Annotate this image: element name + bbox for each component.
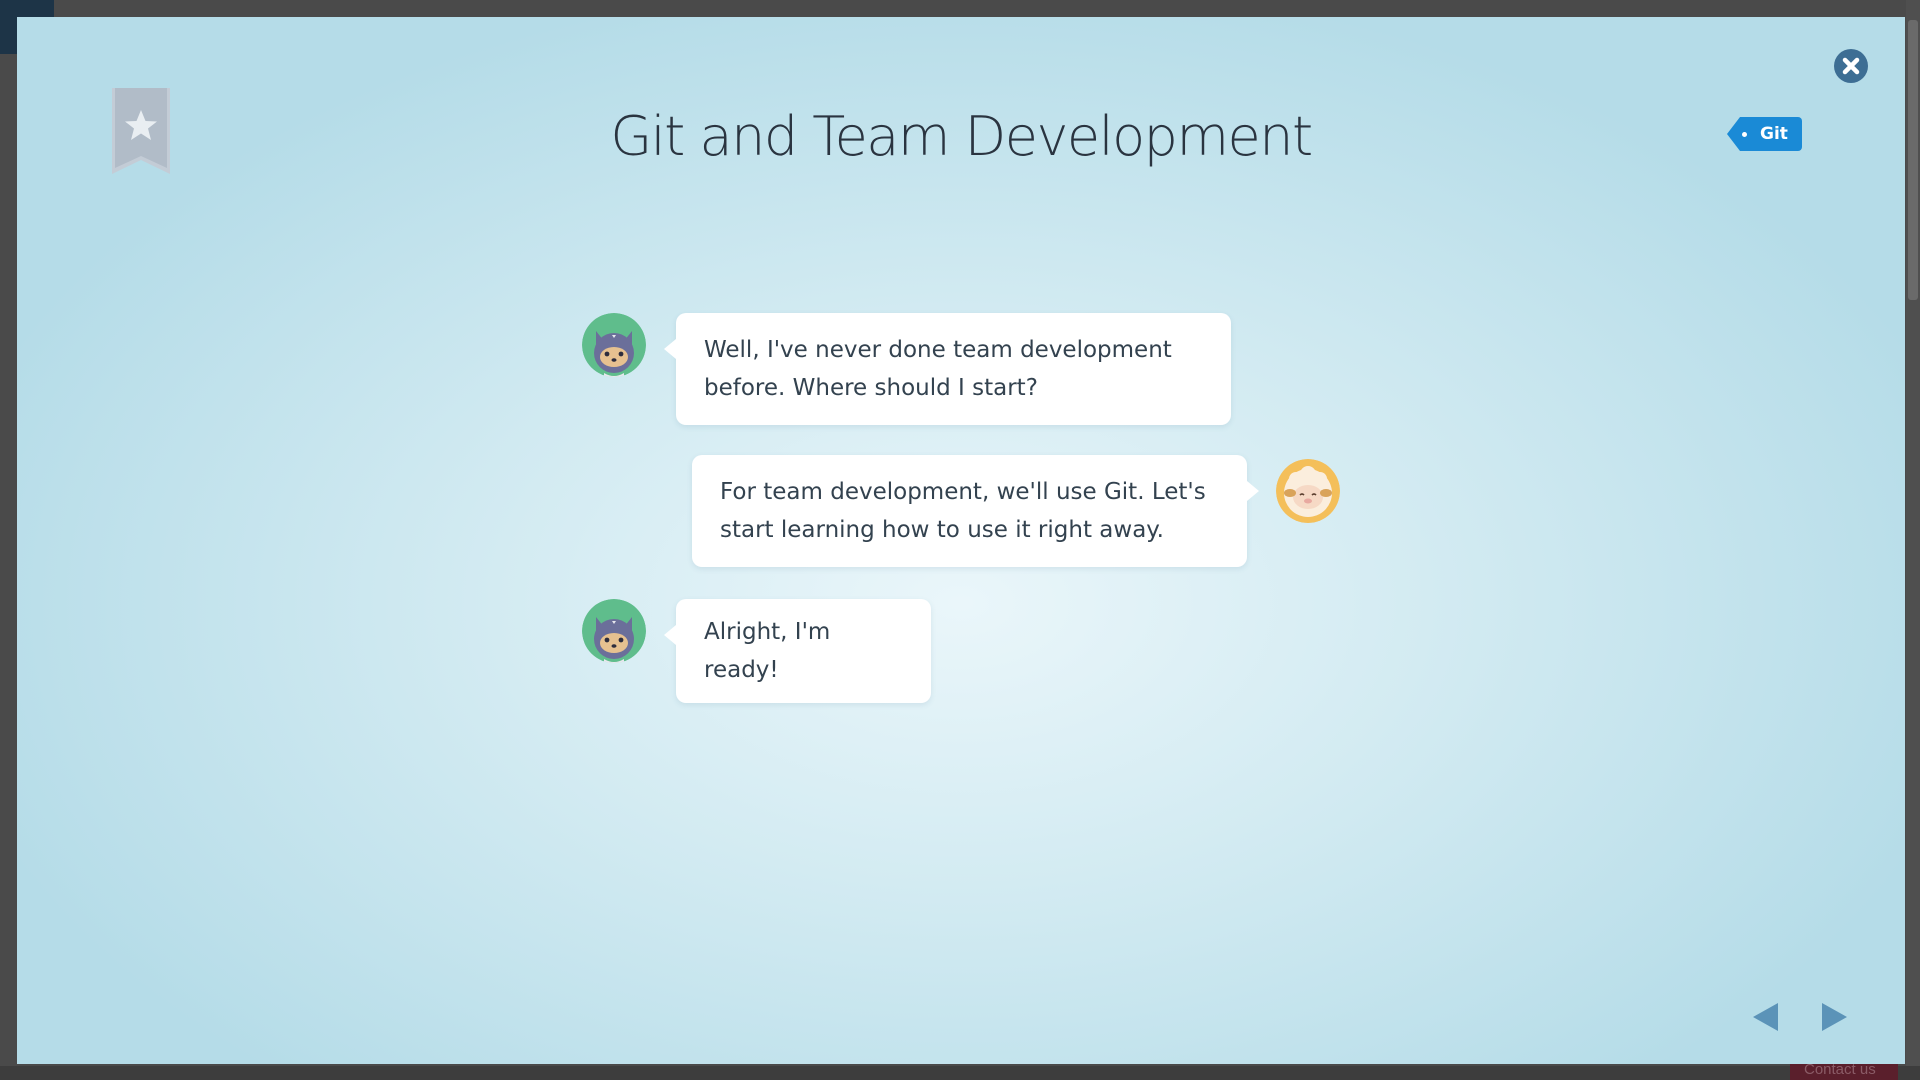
chat-bubble: For team development, we'll use Git. Let… <box>692 455 1259 567</box>
close-icon <box>1842 57 1860 75</box>
tag-label: Git <box>1760 124 1788 144</box>
cat-character-icon <box>582 313 646 377</box>
git-tag[interactable]: Git <box>1727 117 1802 151</box>
tag-dot <box>1742 131 1747 137</box>
previous-button[interactable] <box>1750 1001 1780 1033</box>
background-scrollbar-thumb <box>1908 20 1918 300</box>
chat-bubble: Alright, I'm ready! <box>664 599 931 703</box>
triangle-left-icon <box>1753 1003 1778 1031</box>
chat-message: For team development, we'll use Git. Let… <box>692 455 1340 567</box>
triangle-right-icon <box>1822 1003 1847 1031</box>
cat-avatar <box>582 599 646 663</box>
next-button[interactable] <box>1820 1001 1850 1033</box>
tag-body: Git <box>1740 117 1802 151</box>
background-bottom-bar <box>0 1066 1920 1080</box>
lesson-intro-modal: Git and Team Development Git Well, I've … <box>17 17 1905 1064</box>
chat-message: Alright, I'm ready! <box>582 599 931 703</box>
background-scrollbar <box>1906 0 1920 1080</box>
sheep-avatar <box>1276 459 1340 523</box>
modal-title: Git and Team Development <box>610 105 1313 168</box>
tag-notch <box>1727 117 1740 151</box>
cat-character-icon <box>582 599 646 663</box>
close-button[interactable] <box>1834 49 1868 83</box>
sheep-character-icon <box>1276 459 1340 523</box>
cat-avatar <box>582 313 646 377</box>
chat-message: Well, I've never done team development b… <box>582 313 1231 425</box>
chat-bubble: Well, I've never done team development b… <box>664 313 1231 425</box>
